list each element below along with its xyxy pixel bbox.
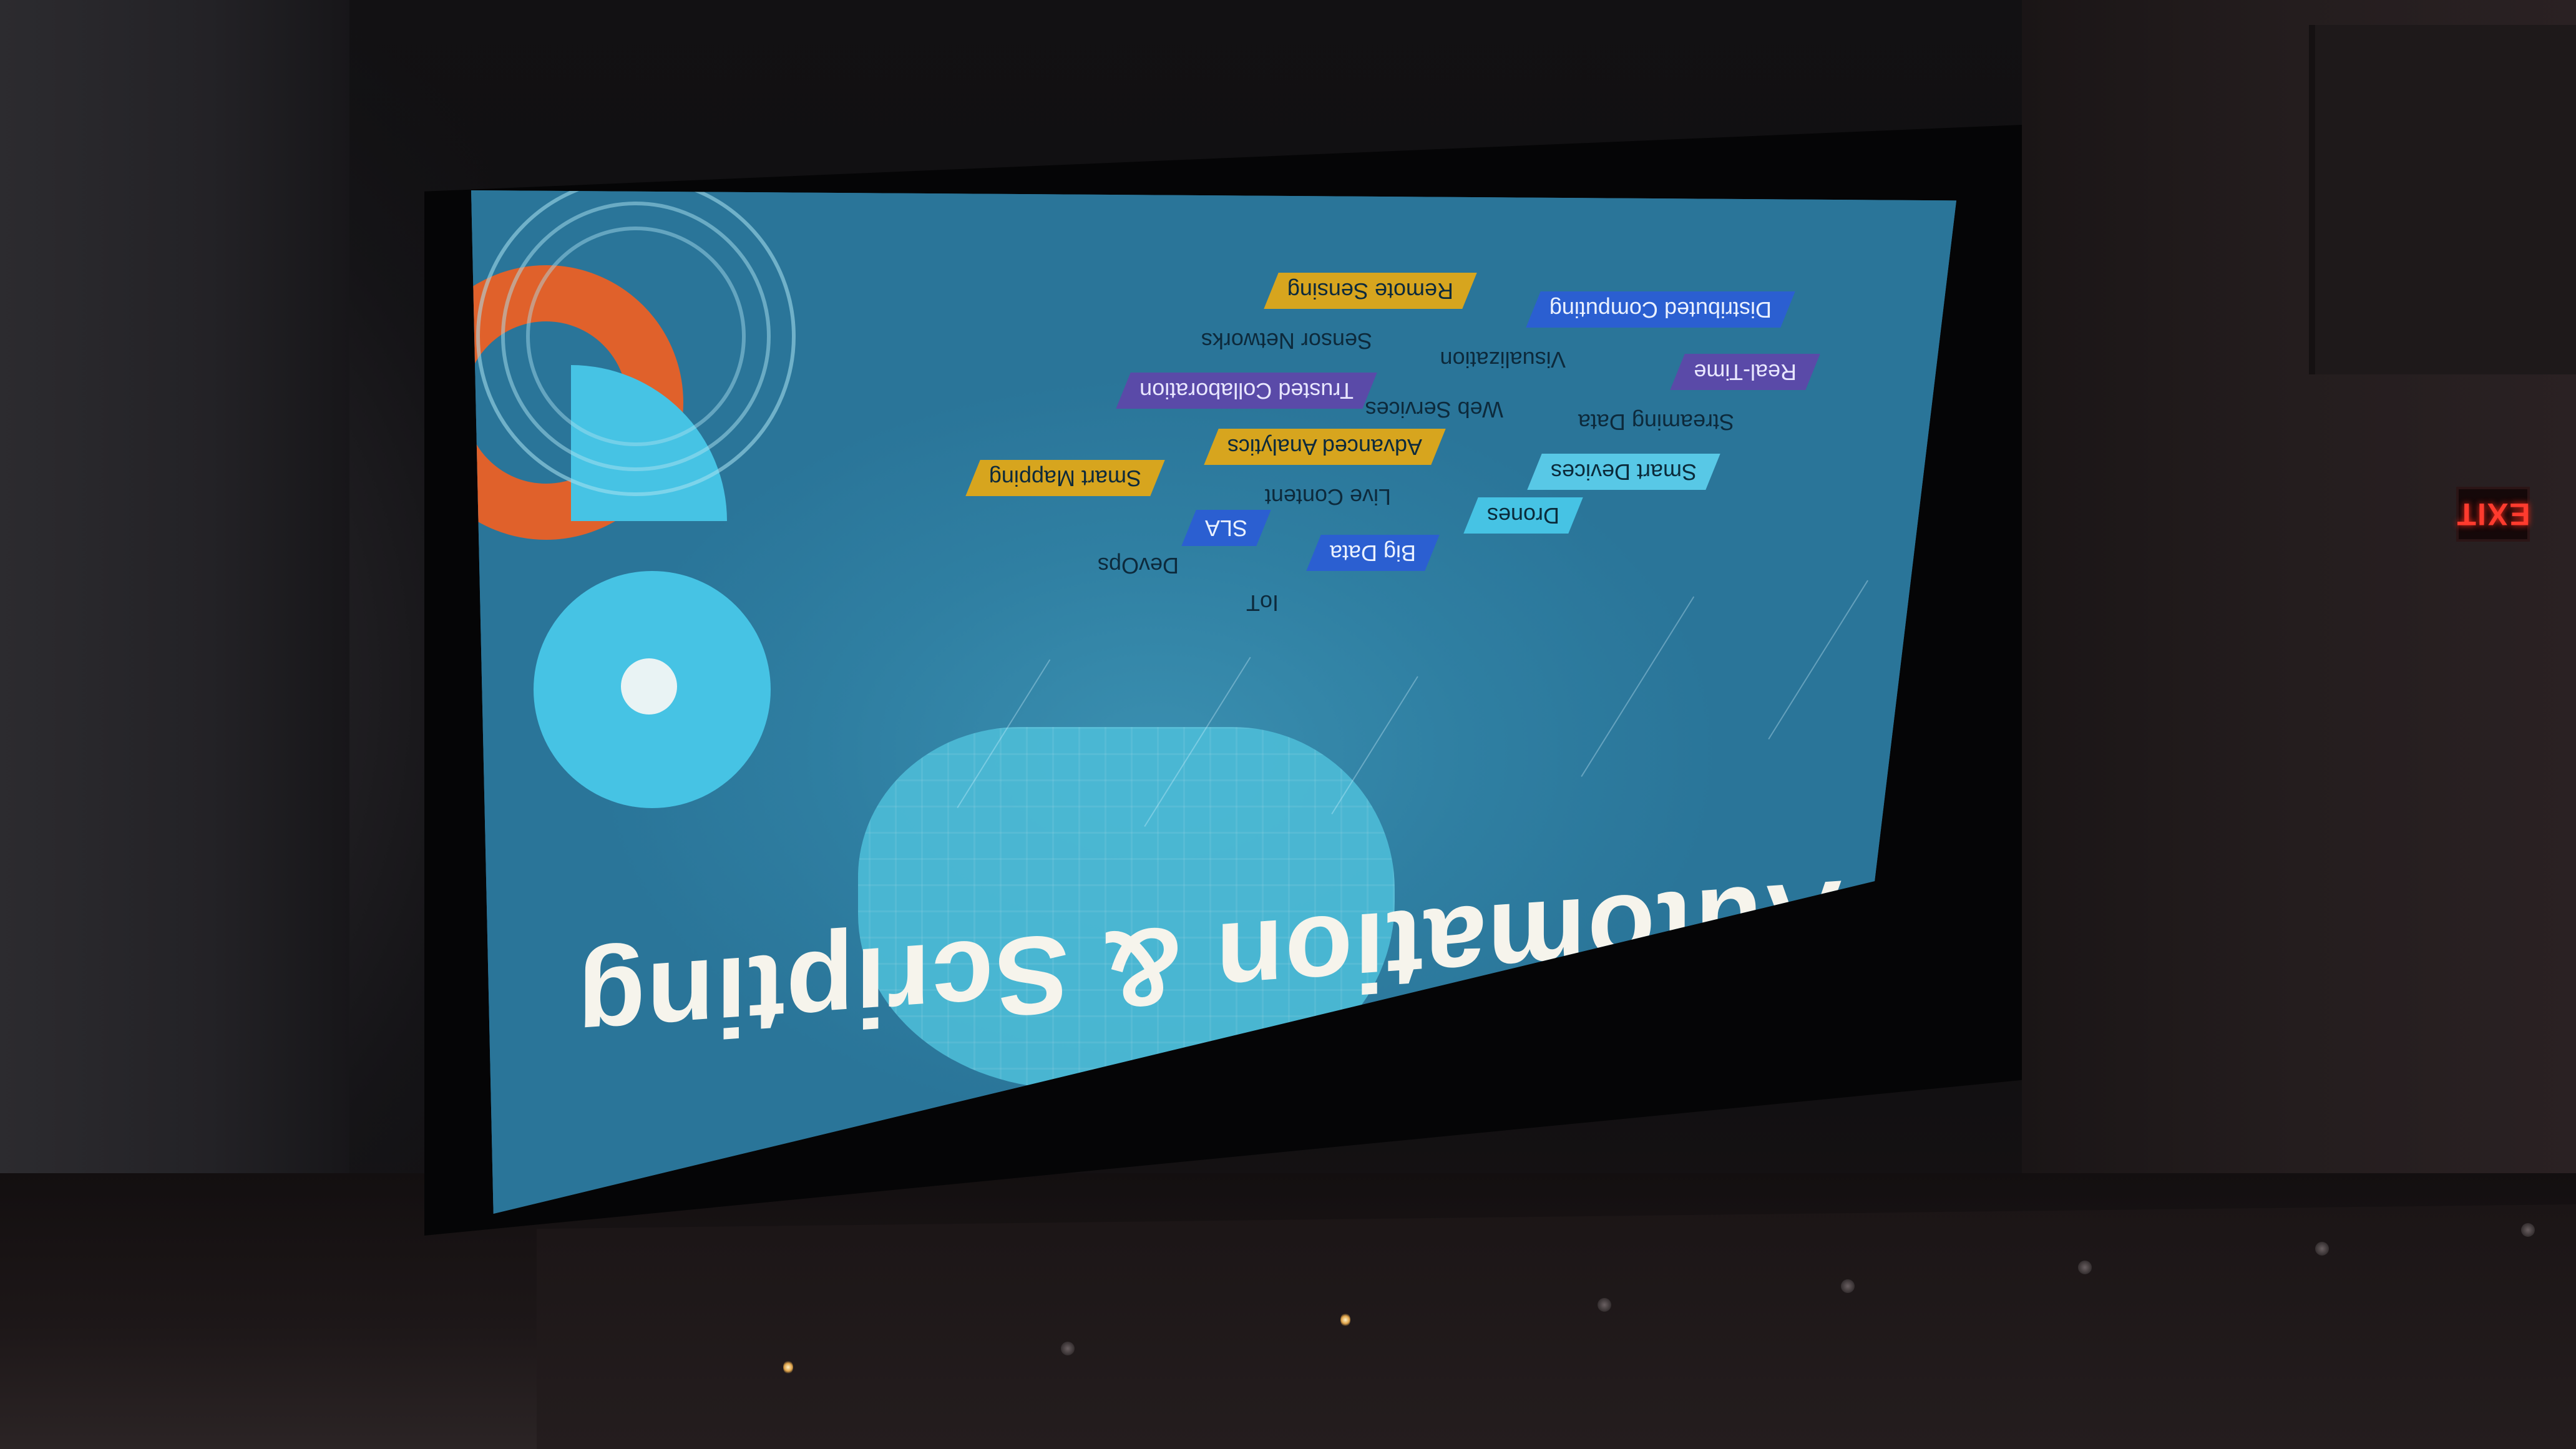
tag-sensor-networks: Sensor Networks (1201, 328, 1372, 354)
connector-line (1331, 676, 1418, 814)
tag-smart-mapping: Smart Mapping (965, 460, 1165, 496)
stage-bolt (2521, 1223, 2535, 1237)
tag-smart-devices: Smart Devices (1527, 454, 1720, 490)
stage-bolt (1061, 1342, 1075, 1355)
tag-remote-sensing: Remote Sensing (1264, 273, 1477, 309)
tag-big-data: Big Data (1306, 535, 1440, 571)
stage-bolt (1841, 1279, 1855, 1293)
tag-real-time: Real-Time (1670, 354, 1820, 390)
tag-drones: Drones (1463, 497, 1583, 534)
tag-streaming-data: Streaming Data (1578, 409, 1734, 435)
exit-sign-label: EXIT (2456, 497, 2530, 532)
tag-advanced-analytics: Advanced Analytics (1204, 429, 1446, 465)
connector-line (1581, 596, 1695, 777)
tag-trusted-collaboration: Trusted Collaboration (1116, 373, 1377, 409)
exit-sign: EXIT (2456, 487, 2530, 542)
tag-web-services: Web Services (1365, 397, 1503, 422)
stage-bolt (1598, 1298, 1611, 1312)
decorative-ripple-arcs (526, 227, 746, 446)
photo-scene: EXIT Automation & Scripting Remote Sensi… (0, 0, 2576, 1449)
tag-visualization: Visualization (1440, 347, 1566, 373)
right-wall-window (2309, 25, 2576, 374)
stage-light (1340, 1313, 1350, 1327)
tag-devops: DevOps (1097, 553, 1179, 578)
stage-bolt (2078, 1261, 2092, 1274)
stage-ledge (537, 1204, 2576, 1449)
stage-light (783, 1360, 793, 1374)
stage-bolt (2315, 1242, 2329, 1256)
tag-distributed-computing: Distributed Computing (1526, 291, 1795, 328)
tag-iot: IoT (1246, 590, 1279, 616)
tag-sla: SLA (1181, 510, 1271, 546)
decorative-dot (621, 658, 677, 715)
connector-line (1768, 580, 1868, 739)
